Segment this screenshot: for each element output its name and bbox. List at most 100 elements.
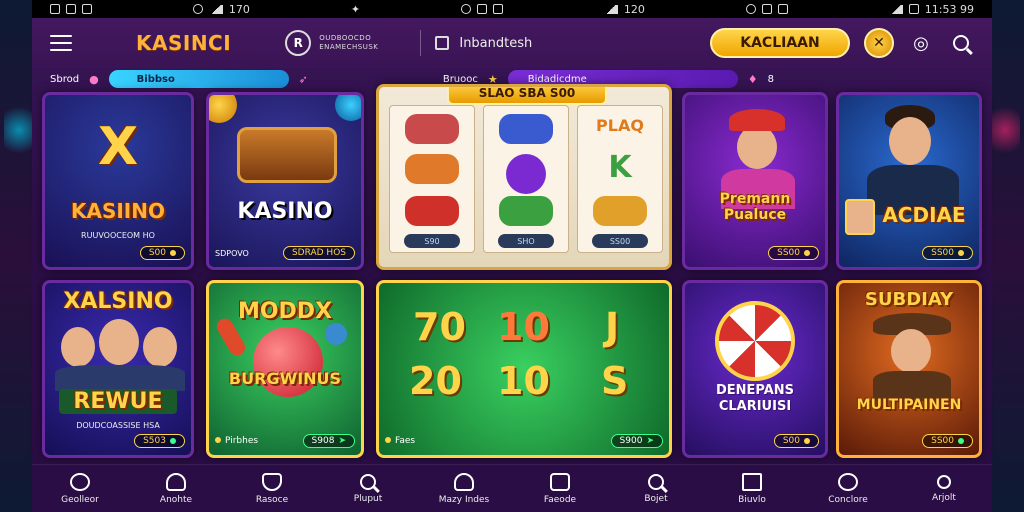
card-title: ACDIAE (882, 203, 966, 227)
game-card[interactable]: XALSINO REWUE DOUDCOASSISE HSA S503 (42, 280, 194, 458)
card-title-secondary: BURGWINUS (228, 369, 342, 388)
card-price: S00 (139, 246, 185, 260)
reel-price: SS00 (592, 234, 648, 248)
status-icon (745, 4, 756, 14)
nav-item-rasoce[interactable]: Rasoce (232, 472, 312, 505)
card-label: Pirbhes (215, 436, 258, 446)
casino-app: 170 ✦ 120 11:53 99 KASINCI R OUDBOOCDO E… (32, 0, 992, 512)
card-price: SS00 (922, 246, 973, 260)
status-time: 120 (623, 2, 645, 16)
bottom-nav: Geolleor Anohte Rasoce Pluput Mazy Indes… (32, 464, 992, 512)
status-time: 11:53 99 (924, 2, 974, 16)
reel-price: SHO (498, 234, 554, 248)
cta-button[interactable]: KACLIAAN (710, 28, 850, 58)
coin-icon (209, 95, 237, 123)
card-label: SDPOVO (215, 248, 249, 258)
reel-price: S90 (404, 234, 460, 248)
slot-symbol (593, 196, 647, 226)
treasure-chest-icon (237, 127, 337, 183)
search-icon[interactable] (948, 30, 974, 56)
slot-symbol (506, 154, 546, 194)
notification-icon[interactable]: ◎ (908, 30, 934, 56)
nav-label: Anohte (159, 494, 193, 505)
card-subtitle: DOUDCOASSISE HSA (76, 421, 160, 430)
card-price: SS00 (768, 246, 819, 260)
brand-logo[interactable]: KASINCI (136, 31, 231, 55)
slot-symbol (405, 114, 459, 144)
nav-item-faeode[interactable]: Faeode (520, 472, 600, 505)
filter-pill-cyan[interactable]: Bibbso (108, 70, 289, 88)
account-badge[interactable]: R OUDBOOCDO ENAMECHSUSK (285, 30, 378, 56)
status-icon (761, 4, 772, 14)
game-card[interactable]: X KASIINO RUUVOOCEOM HO S00 (42, 92, 194, 270)
slot-machine-card[interactable]: SLAO SBA S00 S90 SHO PLAQ K SS00 (376, 84, 672, 270)
square-icon (550, 472, 570, 491)
nav-item-mazy-indes[interactable]: Mazy Indes (424, 472, 504, 505)
battery-icon (908, 4, 919, 14)
menu-icon[interactable] (50, 35, 72, 51)
status-icon (82, 4, 92, 14)
search-icon (360, 473, 376, 490)
nav-item-conclore[interactable]: Conclore (808, 472, 888, 505)
nav-item-geolleor[interactable]: Geolleor (40, 472, 120, 505)
pin-icon: ✦ (350, 2, 361, 16)
game-grid: X KASIINO RUUVOOCEOM HO S00 KASINO SDPOV… (42, 84, 982, 462)
nav-label: Pluput (353, 493, 383, 504)
nav-item-biuvlo[interactable]: Biuvlo (712, 472, 792, 505)
slot-number: 20 (409, 359, 462, 403)
slot-reel: S90 (389, 105, 475, 253)
slot-symbol-text: PLAQ (596, 116, 644, 135)
slot-reel: SHO (483, 105, 569, 253)
game-card[interactable]: MODDX BURGWINUS Pirbhes S908 ➤ (206, 280, 364, 458)
card-title: SUBDIAY (864, 289, 954, 310)
divider (420, 30, 422, 56)
character-avatar (891, 329, 931, 373)
header-search[interactable]: Inbandtesh (435, 36, 532, 51)
character-body (55, 365, 185, 391)
signal-icon (603, 4, 618, 14)
game-card[interactable]: Premann Pualuce SS00 (682, 92, 828, 270)
filter-label: Bruooc (442, 73, 478, 85)
nav-label: Conclore (828, 494, 868, 505)
card-title-secondary: REWUE (59, 389, 177, 414)
game-card[interactable]: 70 10 J 20 10 S Faes S900 ➤ (376, 280, 672, 458)
character-avatar (61, 327, 95, 367)
arrow-icon: ➶ (298, 72, 308, 86)
heart-icon (838, 472, 858, 491)
nav-item-anohte[interactable]: Anohte (136, 472, 216, 505)
card-title: KASIINO (70, 199, 165, 223)
roulette-wheel-icon (715, 301, 795, 381)
card-title: DENEPANS CLARIUISI (715, 383, 795, 414)
home-icon (454, 472, 474, 491)
status-icon (476, 4, 487, 14)
slot-symbol-text: K (608, 150, 632, 185)
badge-line: OUDBOOCDO (319, 34, 372, 42)
nav-label: Faeode (543, 494, 577, 505)
nav-label: Rasoce (255, 494, 289, 505)
status-bar: 170 ✦ 120 11:53 99 (32, 0, 992, 18)
nav-item-arjolt[interactable]: Arjolt (904, 474, 984, 503)
slot-symbol (405, 196, 459, 226)
card-title: MODDX (237, 299, 333, 324)
nav-item-bojet[interactable]: Bojet (616, 473, 696, 504)
nav-label: Biuvlo (738, 494, 766, 505)
slot-symbol (499, 196, 553, 226)
game-card[interactable]: KASINO SDPOVO SDRAD HOS (206, 92, 364, 270)
slot-reel: PLAQ K SS00 (577, 105, 663, 253)
character-avatar (99, 319, 139, 365)
character-avatar (889, 117, 931, 165)
badge-line: ENAMECHSUSK (319, 43, 379, 51)
game-card[interactable]: DENEPANS CLARIUISI S00 (682, 280, 828, 458)
game-card[interactable]: ACDIAE SS00 (836, 92, 982, 270)
nav-item-pluput[interactable]: Pluput (328, 473, 408, 504)
book-icon (742, 472, 762, 491)
slot-number: J (605, 305, 620, 349)
status-icon (492, 4, 503, 14)
status-icon (50, 4, 60, 14)
game-card[interactable]: SUBDIAY MULTIPAINEN SS00 (836, 280, 982, 458)
coin-icon[interactable]: ✕ (864, 28, 894, 58)
clock-icon (192, 4, 203, 14)
card-label: Faes (385, 436, 415, 446)
filter-label: Sbrod (50, 73, 80, 85)
ball-icon (325, 323, 347, 345)
